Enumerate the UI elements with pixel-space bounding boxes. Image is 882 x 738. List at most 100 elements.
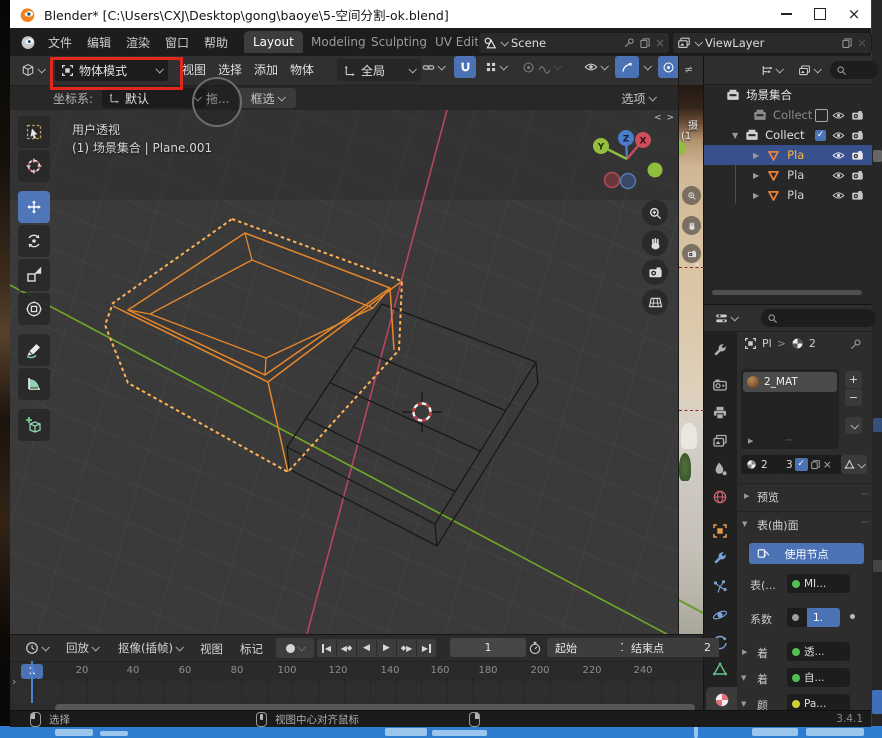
tab-object-data[interactable] <box>712 661 729 678</box>
tab-physics[interactable] <box>712 607 729 624</box>
tool-move[interactable] <box>18 191 50 223</box>
factor-slider[interactable]: 1. <box>787 608 840 627</box>
tab-modifiers[interactable] <box>712 551 729 568</box>
pin-icon[interactable] <box>623 37 635 49</box>
decorator-dot[interactable] <box>850 614 855 619</box>
tab-output[interactable] <box>712 405 729 422</box>
frame-start-field[interactable]: 起始 1 <box>547 638 635 657</box>
stopwatch-icon[interactable] <box>528 641 542 655</box>
use-nodes-button[interactable]: 使用节点 <box>749 543 864 564</box>
surface-shader-dropdown[interactable]: MI... <box>787 574 850 593</box>
timeline-marker-menu[interactable]: 标记 <box>240 641 263 657</box>
gizmo-dropdown[interactable] <box>640 56 654 78</box>
ortho-toggle-button[interactable] <box>642 289 668 315</box>
menu-edit[interactable]: 编辑 <box>87 34 111 51</box>
tool-rotate[interactable] <box>18 225 50 257</box>
pin-icon[interactable] <box>849 338 862 351</box>
maximize-button[interactable] <box>803 0 837 28</box>
panel-surface[interactable]: ▼ 表(曲)面 ···· <box>737 511 872 536</box>
menu-object[interactable]: 物体 <box>290 61 314 78</box>
expand-arrow-icon[interactable]: ▶ <box>753 171 759 180</box>
play-reverse-button[interactable]: ◀ <box>357 639 376 657</box>
tool-measure[interactable] <box>18 368 50 400</box>
strip-zoom-button[interactable] <box>682 186 701 205</box>
tool-add-cube[interactable] <box>18 409 50 441</box>
row-expand-icon[interactable]: ▼ <box>741 674 746 682</box>
gizmo-axis-neg-y[interactable] <box>648 163 663 178</box>
tab-scene[interactable] <box>712 461 729 478</box>
menu-view3d[interactable]: 视图 <box>182 61 206 78</box>
playhead[interactable] <box>31 661 33 703</box>
outliner-row-collection[interactable]: ▼ Collect ✓ <box>704 125 872 145</box>
row-expand-icon[interactable]: ▼ <box>741 700 746 708</box>
properties-search-input[interactable] <box>761 309 876 327</box>
slot-specials-button[interactable] <box>845 417 862 434</box>
timeline-editor-type-button[interactable] <box>18 638 54 658</box>
jump-to-start-button[interactable]: ◀ <box>317 639 336 657</box>
snap-target-button[interactable] <box>417 56 449 78</box>
menu-render[interactable]: 渲染 <box>126 34 150 51</box>
playback-menu[interactable]: 回放 <box>60 638 104 658</box>
strip-camera-button[interactable] <box>682 244 701 263</box>
gizmo-axis-neg-z[interactable] <box>621 174 636 189</box>
gizmos-toggle-button[interactable] <box>615 56 639 78</box>
outliner-scrollbar[interactable] <box>712 290 862 295</box>
outliner-search-input[interactable] <box>830 61 878 79</box>
frame-end-field[interactable]: 结束点 2 <box>623 638 719 657</box>
eye-icon[interactable] <box>832 129 845 142</box>
tab-world[interactable] <box>712 489 729 506</box>
keying-menu[interactable]: 抠像(插帧) <box>108 638 192 658</box>
camera-view-button[interactable] <box>642 259 668 285</box>
outliner-display-button[interactable] <box>792 60 826 80</box>
properties-editor-type-button[interactable] <box>708 308 744 328</box>
camera-icon[interactable] <box>851 189 864 202</box>
proportional-edit-button[interactable] <box>518 56 564 78</box>
viewlayer-name[interactable]: ViewLayer <box>705 36 837 50</box>
camera-icon[interactable] <box>851 169 864 182</box>
snap-mode-button[interactable] <box>478 56 512 78</box>
region-expand-arrow[interactable]: › <box>12 675 16 688</box>
overlays-toggle-button[interactable] <box>658 56 678 78</box>
checkbox-unchecked[interactable] <box>815 109 828 122</box>
timeline-ruler[interactable]: 20 40 60 80 100 120 140 160 180 200 220 … <box>10 661 703 682</box>
camera-icon[interactable] <box>851 149 864 162</box>
shader2-dropdown[interactable]: 自... <box>787 668 850 687</box>
tab-object[interactable] <box>712 523 729 540</box>
drag-dropdown[interactable]: 拖... <box>206 90 229 107</box>
new-viewlayer-icon[interactable] <box>841 37 853 49</box>
new-scene-icon[interactable] <box>639 37 651 49</box>
expand-arrow-icon[interactable]: ▶ <box>753 191 759 200</box>
outliner-row-plane[interactable]: ▶ Pla <box>704 165 872 185</box>
expand-arrow-icon[interactable]: ▼ <box>732 131 738 140</box>
camera-icon[interactable] <box>851 129 864 142</box>
scene-selector[interactable]: Scene × <box>478 32 670 54</box>
panel-grip[interactable]: ···· <box>861 518 868 528</box>
breadcrumb-data[interactable]: 2 <box>809 337 816 350</box>
eye-icon[interactable] <box>832 109 845 122</box>
tab-render[interactable] <box>712 377 729 394</box>
coord-system-dropdown[interactable]: 默认 <box>102 88 206 108</box>
material-browse-field[interactable]: 2 <box>741 455 785 474</box>
workspace-tab-layout[interactable]: Layout <box>244 31 303 53</box>
eye-icon[interactable] <box>832 149 845 162</box>
row-expand-icon[interactable]: ▶ <box>742 648 747 656</box>
tab-tool[interactable] <box>712 343 729 360</box>
next-keyframe-button[interactable]: ◆▶ <box>397 639 416 657</box>
zoom-button[interactable] <box>642 200 668 226</box>
viewport-3d[interactable]: Y Z X 用户透视 (1) 场景集合 | Plane.001 < > <box>10 110 678 634</box>
gizmo-axis-neg-x[interactable] <box>605 173 620 188</box>
camera-viewport-strip[interactable]: ≠ 摄 (1 ◀ <box>678 56 704 634</box>
node-specials-button[interactable] <box>841 455 867 474</box>
options-dropdown[interactable]: 选项 <box>610 88 666 108</box>
prev-keyframe-button[interactable]: ◀◆ <box>337 639 356 657</box>
scene-name[interactable]: Scene <box>511 36 619 50</box>
timeline-view-menu[interactable]: 视图 <box>200 641 223 657</box>
tool-annotate[interactable] <box>18 334 50 366</box>
list-resize-grip[interactable]: ···· <box>785 436 792 446</box>
play-button[interactable]: ▶ <box>377 639 396 657</box>
shader1-dropdown[interactable]: 透... <box>787 642 850 661</box>
menu-help[interactable]: 帮助 <box>204 34 228 51</box>
outliner-row-plane[interactable]: ▶ Pla <box>704 185 872 205</box>
outliner-row-collection-hidden[interactable]: Collect <box>704 105 872 125</box>
camera-icon[interactable] <box>851 109 864 122</box>
